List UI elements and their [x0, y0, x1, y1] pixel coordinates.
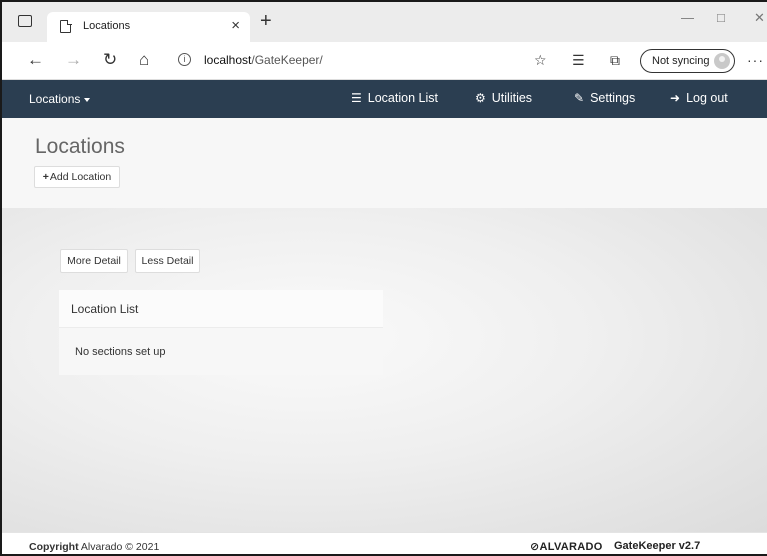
sync-label: Not syncing	[652, 55, 710, 67]
nav-location-list[interactable]: ☰ Location List	[351, 91, 438, 105]
forward-icon[interactable]: →	[65, 51, 82, 69]
url-field[interactable]: localhost/GateKeeper/	[204, 53, 323, 67]
home-icon[interactable]: ⌂	[139, 51, 149, 69]
add-location-button[interactable]: +Add Location	[34, 166, 120, 188]
copyright-owner: Alvarado © 2021	[78, 541, 160, 553]
refresh-icon[interactable]: ↻	[103, 51, 117, 69]
caret-down-icon	[84, 97, 91, 102]
panel-title: Location List	[71, 302, 139, 316]
nav-settings-label: Settings	[590, 91, 636, 105]
page-header: Locations +Add Location	[2, 118, 767, 208]
add-favorite-icon[interactable]: ☆	[534, 52, 547, 68]
maximize-button[interactable]: □	[717, 10, 725, 26]
nav-log-out[interactable]: ➜ Log out	[670, 91, 728, 105]
back-icon[interactable]: ←	[27, 51, 44, 69]
wrench-icon: ✎	[574, 91, 585, 105]
location-list-panel: Location List No sections set up	[59, 290, 383, 375]
main-content: More Detail Less Detail Location List No…	[2, 208, 767, 532]
add-location-label: Add Location	[49, 171, 112, 183]
nav-utilities-label: Utilities	[491, 91, 533, 105]
nav-settings[interactable]: ✎ Settings	[574, 91, 635, 105]
favorites-icon[interactable]: ☰	[572, 52, 585, 68]
page-footer: Copyright Alvarado © 2021 ⊘ALVARADO Gate…	[2, 532, 767, 554]
list-icon: ☰	[351, 91, 362, 105]
url-path: /GateKeeper/	[251, 53, 323, 67]
browser-window: Locations × + — □ ✕ ← → ↻ ⌂ i localhost/…	[0, 0, 767, 556]
locations-dropdown[interactable]: Locations	[29, 92, 91, 106]
minimize-button[interactable]: —	[681, 10, 694, 26]
alvarado-logo: ⊘ALVARADO	[530, 541, 603, 553]
locations-dropdown-label: Locations	[29, 92, 81, 106]
copyright-label: Copyright	[29, 541, 79, 553]
nav-log-out-label: Log out	[686, 91, 728, 105]
less-detail-button[interactable]: Less Detail	[135, 249, 200, 273]
plus-icon: +	[42, 171, 49, 183]
nav-location-list-label: Location List	[367, 91, 438, 105]
site-info-icon[interactable]: i	[178, 53, 191, 66]
more-options-icon[interactable]: ···	[747, 52, 764, 68]
nav-utilities[interactable]: ⚙ Utilities	[475, 91, 532, 105]
tab-close-icon[interactable]: ×	[231, 17, 240, 35]
collections-icon[interactable]: ⧉	[610, 52, 620, 68]
browser-tab-locations[interactable]: Locations ×	[47, 12, 250, 42]
avatar	[714, 53, 730, 69]
panel-heading: Location List	[59, 290, 383, 328]
browser-address-bar: ← → ↻ ⌂ i localhost/GateKeeper/ ☆ ☰ ⧉ No…	[2, 42, 767, 80]
profile-sync-button[interactable]: Not syncing	[640, 49, 735, 73]
new-tab-button[interactable]: +	[260, 11, 272, 31]
more-detail-button[interactable]: More Detail	[60, 249, 128, 273]
browser-tab-bar: Locations × + — □ ✕	[2, 2, 767, 42]
copyright-text: Copyright Alvarado © 2021	[29, 541, 159, 553]
version-text: GateKeeper v2.7	[614, 540, 701, 552]
page-title: Locations	[35, 135, 125, 158]
url-host: localhost	[204, 53, 252, 67]
cogs-icon: ⚙	[475, 91, 486, 105]
page-icon	[60, 19, 72, 33]
sign-out-icon: ➜	[670, 91, 681, 105]
tab-title: Locations	[83, 20, 131, 32]
close-window-button[interactable]: ✕	[754, 10, 765, 26]
tab-actions-icon[interactable]	[18, 15, 32, 27]
empty-state-text: No sections set up	[75, 346, 166, 358]
app-navbar: Locations ☰ Location List ⚙ Utilities ✎ Set…	[2, 80, 767, 118]
